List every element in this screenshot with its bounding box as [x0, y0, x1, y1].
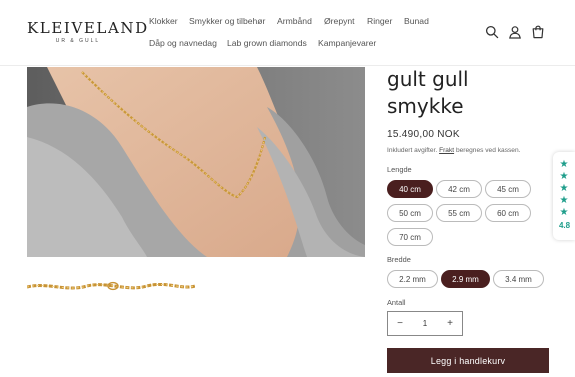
nav-item-kampanje[interactable]: Kampanjevarer	[318, 38, 376, 48]
quantity-stepper: − 1 +	[387, 311, 463, 336]
product-title-line-1: gult gull	[387, 67, 469, 91]
review-score: 4.8	[558, 221, 571, 230]
nav-item-lab-grown[interactable]: Lab grown diamonds	[227, 38, 307, 48]
length-option-45[interactable]: 45 cm	[485, 180, 531, 198]
width-option-3-4[interactable]: 3.4 mm	[493, 270, 544, 288]
star-icon: ★	[559, 159, 569, 170]
width-option-2-9[interactable]: 2.9 mm	[441, 270, 490, 288]
length-option-50[interactable]: 50 cm	[387, 204, 433, 222]
product-title: gult gull smykke	[387, 66, 557, 120]
nav-item-bunad[interactable]: Bunad	[404, 16, 429, 26]
nav-item-klokker[interactable]: Klokker	[149, 16, 178, 26]
length-option-70[interactable]: 70 cm	[387, 228, 433, 246]
quantity-label: Antall	[387, 298, 406, 307]
quantity-minus-button[interactable]: −	[388, 312, 412, 335]
quantity-value[interactable]: 1	[423, 319, 427, 328]
tax-note: Inkludert avgifter. Frakt beregnes ved k…	[387, 147, 520, 154]
product-title-line-2: smykke	[387, 94, 464, 118]
length-option-55[interactable]: 55 cm	[436, 204, 482, 222]
star-icon: ★	[559, 195, 569, 206]
review-stars: ★ ★ ★ ★ ★	[558, 159, 570, 219]
star-icon: ★	[559, 183, 569, 194]
search-icon[interactable]	[485, 25, 499, 39]
nav-item-orepynt[interactable]: Ørepynt	[324, 16, 355, 26]
shipping-link[interactable]: Frakt	[439, 147, 454, 154]
product-main-image[interactable]	[27, 67, 365, 257]
length-option-60[interactable]: 60 cm	[485, 204, 531, 222]
account-icon[interactable]	[508, 25, 522, 39]
length-option-40[interactable]: 40 cm	[387, 180, 433, 198]
logo[interactable]: KLEIVELAND UR & GULL	[27, 19, 149, 44]
site-header: KLEIVELAND UR & GULL Klokker Smykker og …	[0, 0, 575, 66]
logo-tagline: UR & GULL	[55, 38, 101, 44]
logo-name: KLEIVELAND	[27, 19, 149, 37]
product-thumbnail[interactable]	[27, 266, 195, 310]
nav-item-ringer[interactable]: Ringer	[367, 16, 392, 26]
nav-item-smykker[interactable]: Smykker og tilbehør	[189, 16, 265, 26]
width-label: Bredde	[387, 255, 411, 264]
tax-note-prefix: Inkludert avgifter.	[387, 147, 438, 154]
nav-item-armband[interactable]: Armbånd	[277, 16, 312, 26]
length-label: Lengde	[387, 165, 412, 174]
reviews-widget[interactable]: ★ ★ ★ ★ ★ 4.8	[553, 152, 575, 240]
cart-icon[interactable]	[531, 25, 545, 39]
star-icon: ★	[559, 171, 569, 182]
star-icon: ★	[559, 207, 569, 218]
product-price: 15.490,00 NOK	[387, 129, 460, 140]
nav-item-dap[interactable]: Dåp og navnedag	[149, 38, 217, 48]
width-option-2-2[interactable]: 2.2 mm	[387, 270, 438, 288]
quantity-plus-button[interactable]: +	[438, 312, 462, 335]
add-to-cart-button[interactable]: Legg i handlekurv	[387, 348, 549, 373]
tax-note-suffix: beregnes ved kassen.	[455, 147, 521, 154]
length-option-42[interactable]: 42 cm	[436, 180, 482, 198]
